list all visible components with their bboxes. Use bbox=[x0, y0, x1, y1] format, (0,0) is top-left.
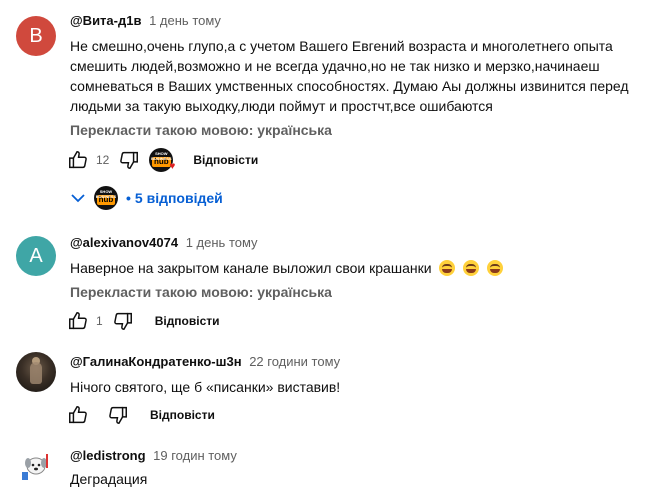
creator-avatar: SHOW BUSINESS hub bbox=[94, 186, 118, 210]
creator-heart-badge: SHOW BUSINESS hub ♥ bbox=[149, 148, 176, 172]
view-replies-button[interactable]: SHOW BUSINESS hub • 5 відповідей bbox=[66, 180, 223, 216]
comment-author[interactable]: @Вита-д1в bbox=[70, 13, 141, 28]
avatar[interactable] bbox=[16, 352, 56, 392]
brand-text: SHOW BUSINESS bbox=[151, 151, 172, 161]
thumb-down-icon bbox=[109, 406, 127, 424]
comment-author[interactable]: @ledistrong bbox=[70, 448, 146, 463]
translate-link[interactable]: Перекласти такою мовою: українська bbox=[70, 120, 634, 140]
dislike-button[interactable] bbox=[111, 309, 135, 333]
like-count: 12 bbox=[96, 153, 110, 167]
replies-count: 5 відповідей bbox=[134, 190, 223, 206]
avatar[interactable]: В bbox=[16, 16, 56, 56]
avatar-photo-figure bbox=[30, 362, 42, 384]
comment-text: Деградация bbox=[70, 471, 148, 487]
comment-text: Наверное на закрытом канале выложил свои… bbox=[70, 258, 634, 278]
dislike-button[interactable] bbox=[106, 403, 130, 427]
comment-text: Не смешно,очень глупо,а с учетом Вашего … bbox=[70, 38, 629, 114]
thumb-up-icon bbox=[69, 312, 87, 330]
avatar[interactable] bbox=[16, 446, 56, 486]
comment-time[interactable]: 19 годин тому bbox=[153, 448, 237, 463]
like-button[interactable] bbox=[66, 148, 90, 172]
cartoon-dog-icon bbox=[22, 454, 48, 480]
like-button[interactable] bbox=[66, 309, 90, 333]
laughing-emoji-icon bbox=[487, 260, 504, 276]
translate-link[interactable]: Перекласти такою мовою: українська bbox=[70, 282, 634, 302]
comment-author[interactable]: @ГалинаКондратенко-ш3н bbox=[70, 354, 242, 369]
thumb-up-icon bbox=[69, 151, 87, 169]
reply-button[interactable]: Відповісти bbox=[155, 314, 220, 328]
laughing-emoji-icon bbox=[463, 260, 480, 276]
dislike-button[interactable] bbox=[117, 148, 141, 172]
comment-author[interactable]: @alexivanov4074 bbox=[70, 235, 178, 250]
heart-icon: ♥ bbox=[169, 161, 176, 172]
thumb-up-icon bbox=[69, 406, 87, 424]
like-count: 1 bbox=[96, 314, 103, 328]
avatar[interactable]: A bbox=[16, 236, 56, 276]
thumb-down-icon bbox=[113, 312, 132, 330]
reply-dot: • bbox=[126, 190, 131, 206]
laughing-emoji-icon bbox=[439, 260, 456, 276]
comment-text-content: Наверное на закрытом канале выложил свои… bbox=[70, 260, 432, 276]
comment-time[interactable]: 1 день тому bbox=[149, 13, 221, 28]
reply-button[interactable]: Відповісти bbox=[193, 153, 258, 167]
thumb-down-icon bbox=[120, 151, 139, 169]
comment-time[interactable]: 1 день тому bbox=[186, 235, 258, 250]
avatar-letter: A bbox=[29, 244, 43, 267]
avatar-letter: В bbox=[29, 24, 43, 47]
reply-button[interactable]: Відповісти bbox=[150, 408, 215, 422]
brand-text: SHOW BUSINESS bbox=[95, 189, 117, 199]
comment-text: Нічого святого, ще б «писанки» виставив! bbox=[70, 379, 341, 395]
comment-time[interactable]: 22 години тому bbox=[249, 354, 340, 369]
chevron-down-icon bbox=[71, 194, 85, 203]
like-button[interactable] bbox=[66, 403, 90, 427]
